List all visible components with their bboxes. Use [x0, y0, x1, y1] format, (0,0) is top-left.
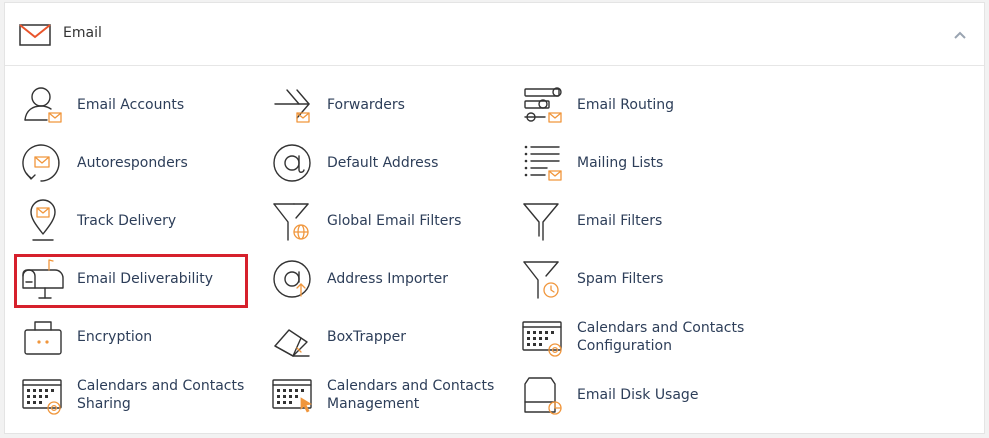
- envelope-icon: [19, 24, 51, 46]
- user-mail-icon: [24, 87, 62, 123]
- forward-arrow-icon: [274, 89, 310, 123]
- item-label: Spam Filters: [577, 271, 664, 287]
- calendar-share-icon: [22, 379, 62, 415]
- item-label: Mailing Lists: [577, 155, 664, 171]
- location-pin-mail-icon: [30, 199, 56, 241]
- email-deliverability-link[interactable]: Email Deliverability: [9, 254, 249, 304]
- list-mail-icon: [524, 145, 562, 181]
- item-label: Track Delivery: [77, 213, 177, 229]
- email-disk-usage-link[interactable]: Email Disk Usage: [509, 370, 749, 420]
- item-label: Email Deliverability: [77, 271, 214, 287]
- section-title: Email: [63, 25, 102, 41]
- item-label: Default Address: [327, 155, 439, 171]
- box-trap-icon: [274, 329, 310, 357]
- funnel-globe-icon: [273, 203, 309, 241]
- item-label: Encryption: [77, 329, 153, 345]
- item-label: Autoresponders: [77, 155, 188, 171]
- disk-usage-icon: [524, 377, 562, 415]
- calendars-contacts-sharing-link[interactable]: Calendars and Contacts Sharing: [9, 370, 249, 420]
- address-importer-link[interactable]: Address Importer: [259, 254, 499, 304]
- default-address-link[interactable]: Default Address: [259, 138, 499, 188]
- item-label: Email Filters: [577, 213, 663, 229]
- item-label: Address Importer: [327, 271, 449, 287]
- item-label: Forwarders: [327, 97, 405, 113]
- track-delivery-link[interactable]: Track Delivery: [9, 196, 249, 246]
- item-label: BoxTrapper: [327, 329, 406, 345]
- encryption-link[interactable]: Encryption: [9, 312, 249, 362]
- item-label: Calendars and Contacts Configuration: [577, 320, 745, 354]
- spam-filters-link[interactable]: Spam Filters: [509, 254, 749, 304]
- email-routing-link[interactable]: Email Routing: [509, 80, 749, 130]
- item-label: Calendars and Contacts Sharing: [77, 378, 245, 412]
- calendar-gear-at-icon: [522, 321, 562, 357]
- funnel-icon: [523, 203, 559, 241]
- email-accounts-link[interactable]: Email Accounts: [9, 80, 249, 130]
- at-import-icon: [273, 260, 311, 298]
- item-label: Email Accounts: [77, 97, 185, 113]
- chevron-up-icon[interactable]: [952, 27, 968, 43]
- email-filters-link[interactable]: Email Filters: [509, 196, 749, 246]
- item-label: Calendars and Contacts Management: [327, 378, 495, 412]
- forwarders-link[interactable]: Forwarders: [259, 80, 499, 130]
- autoresponders-link[interactable]: Autoresponders: [9, 138, 249, 188]
- routing-icon: [524, 87, 562, 123]
- calendars-contacts-management-link[interactable]: Calendars and Contacts Management: [259, 370, 499, 420]
- email-section-header[interactable]: Email: [5, 3, 984, 66]
- item-label: Email Routing: [577, 97, 674, 113]
- at-sign-icon: [273, 144, 311, 182]
- boxtrapper-link[interactable]: BoxTrapper: [259, 312, 499, 362]
- lock-box-icon: [24, 321, 62, 355]
- item-label: Email Disk Usage: [577, 387, 699, 403]
- funnel-clock-icon: [523, 261, 559, 299]
- calendars-contacts-configuration-link[interactable]: Calendars and Contacts Configuration: [509, 312, 749, 362]
- global-email-filters-link[interactable]: Global Email Filters: [259, 196, 499, 246]
- calendar-cursor-icon: [272, 379, 313, 413]
- autoresponder-icon: [22, 144, 60, 182]
- mailing-lists-link[interactable]: Mailing Lists: [509, 138, 749, 188]
- email-section-panel: Email Email Accounts Forwarders Email Ro…: [4, 2, 985, 434]
- item-label: Global Email Filters: [327, 213, 462, 229]
- mailbox-icon: [22, 259, 64, 299]
